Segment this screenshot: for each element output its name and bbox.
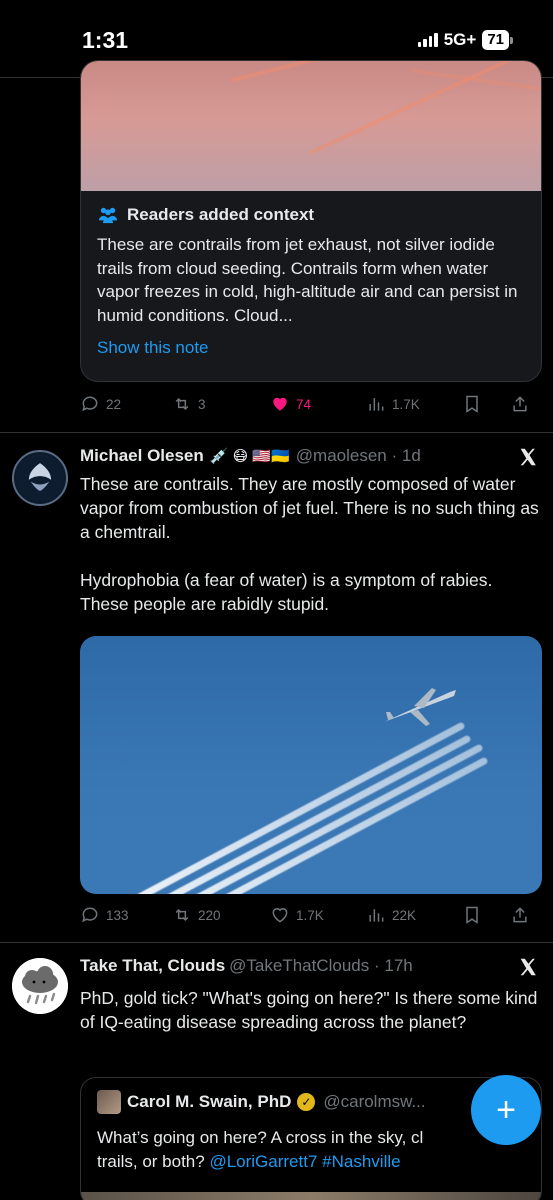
note-header: Readers added context: [97, 205, 525, 225]
views-button[interactable]: 1.7K: [366, 394, 462, 414]
repost-button[interactable]: 3: [172, 394, 270, 414]
battery-icon: 71: [482, 30, 513, 50]
bookmark-icon: [466, 906, 478, 924]
name-emojis: 💉 😷 🇺🇸🇺🇦: [209, 448, 290, 465]
mention-link[interactable]: @LoriGarrett7: [209, 1152, 317, 1171]
heart-filled-icon: [273, 397, 287, 411]
verified-badge-icon: ✓: [297, 1093, 316, 1111]
avatar[interactable]: [12, 450, 68, 506]
people-icon: [99, 207, 117, 224]
quote-header: Carol M. Swain, PhD ✓ @carolmsw...: [97, 1090, 426, 1114]
quote-author-handle: @carolmsw...: [323, 1092, 426, 1111]
views-button[interactable]: 22K: [366, 905, 462, 925]
quote-text: What’s going on here? A cross in the sky…: [97, 1128, 424, 1171]
status-indicators: 5G+ 71: [417, 30, 513, 50]
battery-level: 71: [482, 30, 509, 50]
tweet-image[interactable]: [80, 636, 542, 894]
share-button[interactable]: [510, 394, 530, 414]
author-handle[interactable]: @maolesen · 1d: [296, 446, 421, 466]
quoted-tweet[interactable]: Carol M. Swain, PhD ✓ @carolmsw... What’…: [80, 1077, 542, 1200]
views-icon: [369, 909, 384, 922]
bookmark-button[interactable]: [462, 905, 510, 925]
heart-icon: [272, 908, 288, 923]
x-logo-icon: [520, 448, 536, 466]
quote-image: [81, 1192, 541, 1200]
repost-icon: [175, 397, 189, 411]
bookmark-icon: [466, 395, 478, 413]
views-icon: [369, 398, 384, 411]
note-text: These are contrails from jet exhaust, no…: [97, 235, 518, 325]
signal-icon: [417, 33, 438, 47]
phoenix-logo-icon: [15, 453, 65, 503]
reply-button[interactable]: 22: [80, 394, 172, 414]
author-handle[interactable]: @TakeThatClouds · 17h: [229, 956, 413, 976]
tweet-text: PhD, gold tick? "What's going on here?" …: [80, 988, 538, 1032]
author-name[interactable]: Michael Olesen: [80, 446, 204, 466]
plus-icon: +: [496, 1090, 516, 1129]
action-bar: 133 220 1.7K 22K: [80, 902, 542, 928]
action-bar: 22 3 74 1.7K: [80, 391, 542, 417]
tweet-image[interactable]: [81, 61, 541, 191]
network-label: 5G+: [443, 30, 477, 49]
avatar[interactable]: [12, 958, 68, 1014]
note-title: Readers added context: [127, 205, 315, 224]
repost-icon: [175, 908, 189, 922]
tweet-header: Take That, Clouds @TakeThatClouds · 17h: [80, 956, 537, 976]
community-note-card: Readers added context These are contrail…: [80, 60, 542, 382]
reply-icon: [82, 396, 98, 412]
quote-avatar: [97, 1090, 121, 1114]
tweet-paragraph: These are contrails. They are mostly com…: [80, 474, 539, 542]
reply-icon: [82, 907, 98, 923]
like-button[interactable]: 74: [270, 394, 366, 414]
cloud-face-icon: [12, 958, 68, 1014]
bookmark-button[interactable]: [462, 394, 510, 414]
quote-author-name: Carol M. Swain, PhD: [127, 1092, 292, 1111]
hashtag-link[interactable]: #Nashville: [322, 1152, 400, 1171]
repost-button[interactable]: 220: [172, 905, 270, 925]
tweet-header: Michael Olesen 💉 😷 🇺🇸🇺🇦 @maolesen · 1d: [80, 446, 537, 466]
show-note-link[interactable]: Show this note: [97, 338, 525, 358]
like-button[interactable]: 1.7K: [270, 905, 366, 925]
share-icon: [513, 396, 527, 412]
author-name[interactable]: Take That, Clouds: [80, 956, 225, 976]
share-icon: [513, 907, 527, 923]
status-time: 1:31: [82, 27, 129, 53]
x-logo-icon: [520, 958, 536, 976]
tweet-text: These are contrails. They are mostly com…: [80, 472, 542, 616]
compose-button[interactable]: +: [471, 1075, 541, 1145]
reply-button[interactable]: 133: [80, 905, 172, 925]
airplane-icon: [384, 688, 456, 726]
tweet-paragraph: Hydrophobia (a fear of water) is a sympt…: [80, 570, 493, 614]
share-button[interactable]: [510, 905, 530, 925]
